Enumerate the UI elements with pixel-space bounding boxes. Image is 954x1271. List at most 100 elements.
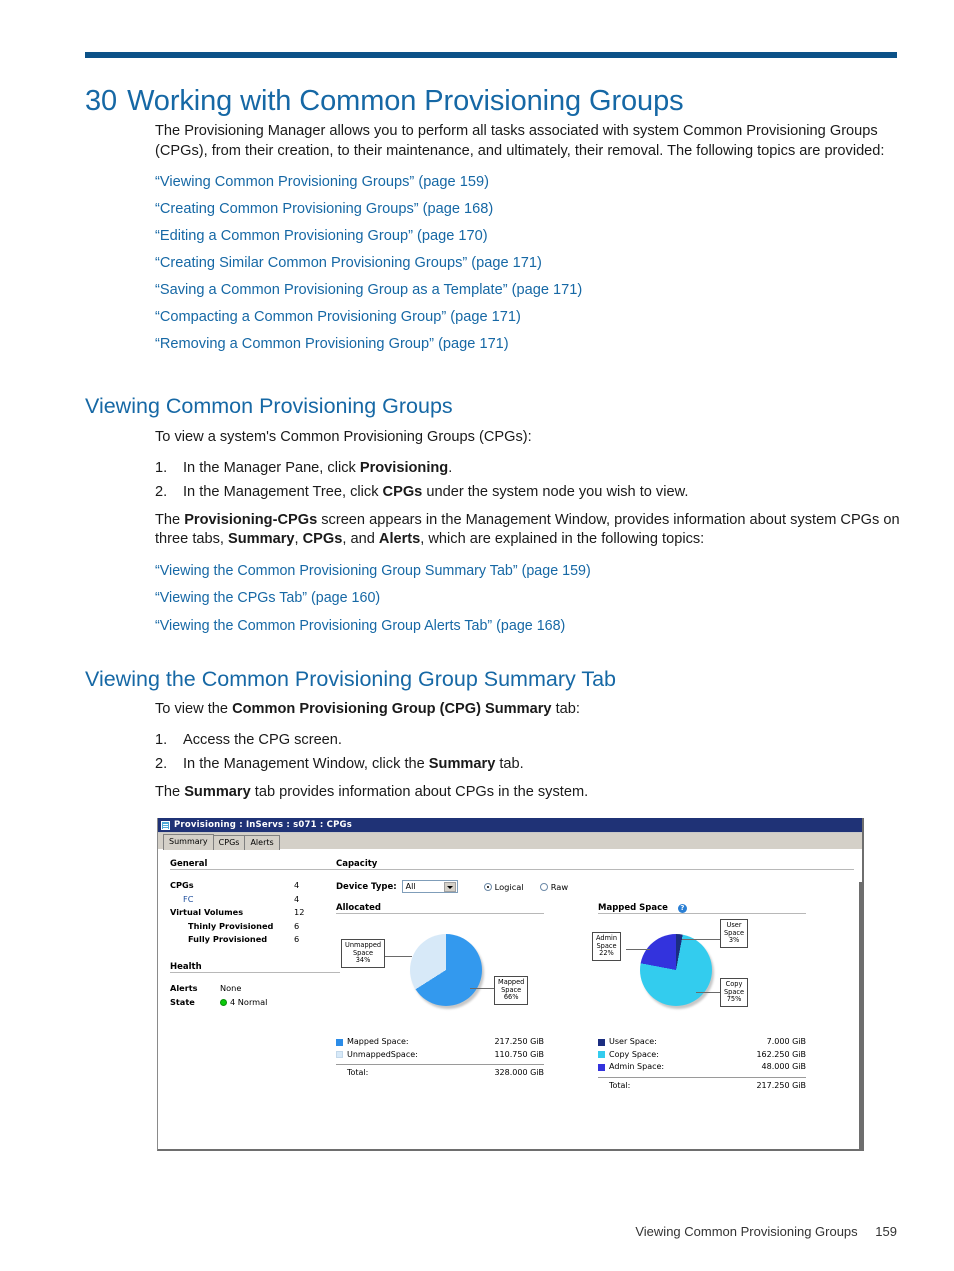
total-label: Total: <box>609 1080 631 1090</box>
ap-b4: Alerts <box>378 531 421 547</box>
callout-copy-space: Copy Space 75% <box>720 978 749 1007</box>
legend-value: 110.750 GiB <box>494 1049 544 1059</box>
allocated-chart-title: Allocated <box>336 903 576 913</box>
chevron-down-icon[interactable] <box>443 882 456 892</box>
status-dot-icon <box>220 998 227 1006</box>
legend-swatch <box>598 1051 605 1059</box>
table-row: Thinly Provisioned 6 <box>170 920 340 934</box>
cl-pre: The <box>155 783 185 800</box>
xref-link[interactable]: “Creating Similar Common Provisioning Gr… <box>155 250 900 277</box>
app-window-icon <box>161 820 170 830</box>
ap-b1: Provisioning-CPGs <box>184 511 318 528</box>
step-marker: 1. <box>155 731 168 748</box>
step-marker: 1. <box>155 459 168 476</box>
step-text-pre: In the Management Window, click the <box>183 756 429 772</box>
radio-logical[interactable] <box>483 882 492 891</box>
lead-pre: To view the <box>155 701 233 717</box>
page-title: 30 Working with Common Provisioning Group… <box>85 85 915 118</box>
list-item: 2. In the Management Tree, click CPGs un… <box>155 480 905 505</box>
row-label: Fully Provisioned <box>188 934 268 944</box>
app-tabstrip: Summary CPGs Alerts <box>158 833 862 850</box>
device-type-value: All <box>405 882 416 891</box>
row-value: 6 <box>294 934 300 944</box>
callout-leader <box>626 949 650 950</box>
alerts-label: Alerts <box>170 983 198 993</box>
steps-list: 1. In the Manager Pane, click Provisioni… <box>155 456 905 505</box>
health-panel-title: Health <box>170 962 202 972</box>
state-value: 4 Normal <box>230 996 268 1007</box>
divider <box>170 972 340 973</box>
step-marker: 2. <box>155 756 168 772</box>
help-icon[interactable]: ? <box>677 903 687 913</box>
status-badge: 4 Normal <box>220 996 267 1010</box>
legend-label: Admin Space: <box>609 1062 665 1071</box>
step-text-bold: CPGs <box>382 484 423 500</box>
step-text-bold: Summary <box>428 756 496 772</box>
radio-raw[interactable] <box>539 882 548 891</box>
embedded-app-screenshot: Provisioning : InServs : s071 : CPGs Sum… <box>157 818 864 1151</box>
device-type-select[interactable]: All <box>401 880 458 893</box>
xref-link[interactable]: “Viewing the CPGs Tab” (page 160) <box>155 585 905 613</box>
legend-swatch <box>336 1051 343 1059</box>
tab-alerts[interactable]: Alerts <box>244 835 280 850</box>
row-value: 6 <box>294 920 300 931</box>
section-viewing-xref-list: “Viewing the Common Provisioning Group S… <box>155 558 905 641</box>
xref-link[interactable]: “Removing a Common Provisioning Group” (… <box>155 331 900 358</box>
general-panel: General CPGs 4 FC 4 Virtual Volumes 12 T… <box>170 859 340 947</box>
legend-swatch <box>598 1063 605 1071</box>
device-type-label: Device Type: <box>336 881 397 892</box>
capacity-view-radio-group: Logical Raw <box>483 881 568 892</box>
tab-cpgs[interactable]: CPGs <box>212 835 246 850</box>
row-label[interactable]: FC <box>170 893 294 907</box>
legend-label: UnmappedSpace: <box>347 1049 418 1059</box>
legend-row: Copy Space: 162.250 GiB <box>598 1049 806 1062</box>
health-panel: Health Alerts None State 4 Normal <box>170 962 340 1009</box>
ap-b2: Summary <box>228 531 295 547</box>
general-panel-title: General <box>170 859 208 869</box>
xref-link[interactable]: “Saving a Common Provisioning Group as a… <box>155 277 900 304</box>
row-label: Virtual Volumes <box>170 907 244 917</box>
legend-total-row: Total: 328.000 GiB <box>336 1067 544 1080</box>
allocated-legend: Mapped Space: 217.250 GiB UnmappedSpace:… <box>336 1036 544 1080</box>
legend-label: Mapped Space: <box>347 1037 409 1046</box>
radio-logical-label: Logical <box>494 881 524 892</box>
xref-link[interactable]: “Viewing the Common Provisioning Group A… <box>155 613 905 641</box>
legend-row: User Space: 7.000 GiB <box>598 1036 806 1049</box>
mapped-space-legend: User Space: 7.000 GiB Copy Space: 162.25… <box>598 1036 806 1092</box>
xref-link[interactable]: “Viewing Common Provisioning Groups” (pa… <box>155 169 900 196</box>
app-content-area: General CPGs 4 FC 4 Virtual Volumes 12 T… <box>158 850 862 1149</box>
table-row: CPGs 4 <box>170 879 340 893</box>
legend-row: UnmappedSpace: 110.750 GiB <box>336 1049 544 1062</box>
section-heading-summary-tab: Viewing the Common Provisioning Group Su… <box>85 667 616 691</box>
table-row: FC 4 <box>170 893 340 907</box>
legend-swatch <box>598 1038 605 1046</box>
divider <box>336 869 854 870</box>
xref-link[interactable]: “Editing a Common Provisioning Group” (p… <box>155 223 900 250</box>
step-text-post: under the system node you wish to view. <box>422 484 689 500</box>
xref-link[interactable]: “Creating Common Provisioning Groups” (p… <box>155 196 900 223</box>
legend-value: 217.250 GiB <box>494 1037 544 1046</box>
callout-leader <box>682 939 722 940</box>
footer-page-number: 159 <box>875 1224 897 1239</box>
callout-leader <box>696 992 722 993</box>
tab-summary[interactable]: Summary <box>163 834 214 850</box>
section-viewing-body: To view a system's Common Provisioning G… <box>155 428 905 640</box>
section-heading-viewing: Viewing Common Provisioning Groups <box>85 394 453 418</box>
table-row: Fully Provisioned 6 <box>170 933 340 947</box>
cl-post: tab provides information about CPGs in t… <box>250 783 589 800</box>
xref-link[interactable]: “Compacting a Common Provisioning Group”… <box>155 304 900 331</box>
alerts-value: None <box>220 983 242 993</box>
chapter-number: 30 <box>85 85 118 118</box>
callout-admin-space: Admin Space 22% <box>592 932 622 961</box>
callout-line3: 66% <box>503 993 519 1002</box>
mapped-space-chart-title: Mapped Space ? <box>598 903 838 913</box>
section-after-paragraph: The Provisioning-CPGs screen appears in … <box>155 511 905 550</box>
allocated-chart-block: Allocated Unmapped Space 34% Mapped Spac… <box>336 903 576 1092</box>
list-item: 1. Access the CPG screen. <box>155 728 905 753</box>
steps-list: 1. Access the CPG screen. 2. In the Mana… <box>155 728 905 777</box>
callout-line3: 3% <box>728 936 740 945</box>
xref-link[interactable]: “Viewing the Common Provisioning Group S… <box>155 558 905 586</box>
allocated-pie-area: Unmapped Space 34% Mapped Space 66% <box>336 914 576 1034</box>
callout-line3: 75% <box>726 995 742 1004</box>
callout-line3: 22% <box>599 949 614 958</box>
